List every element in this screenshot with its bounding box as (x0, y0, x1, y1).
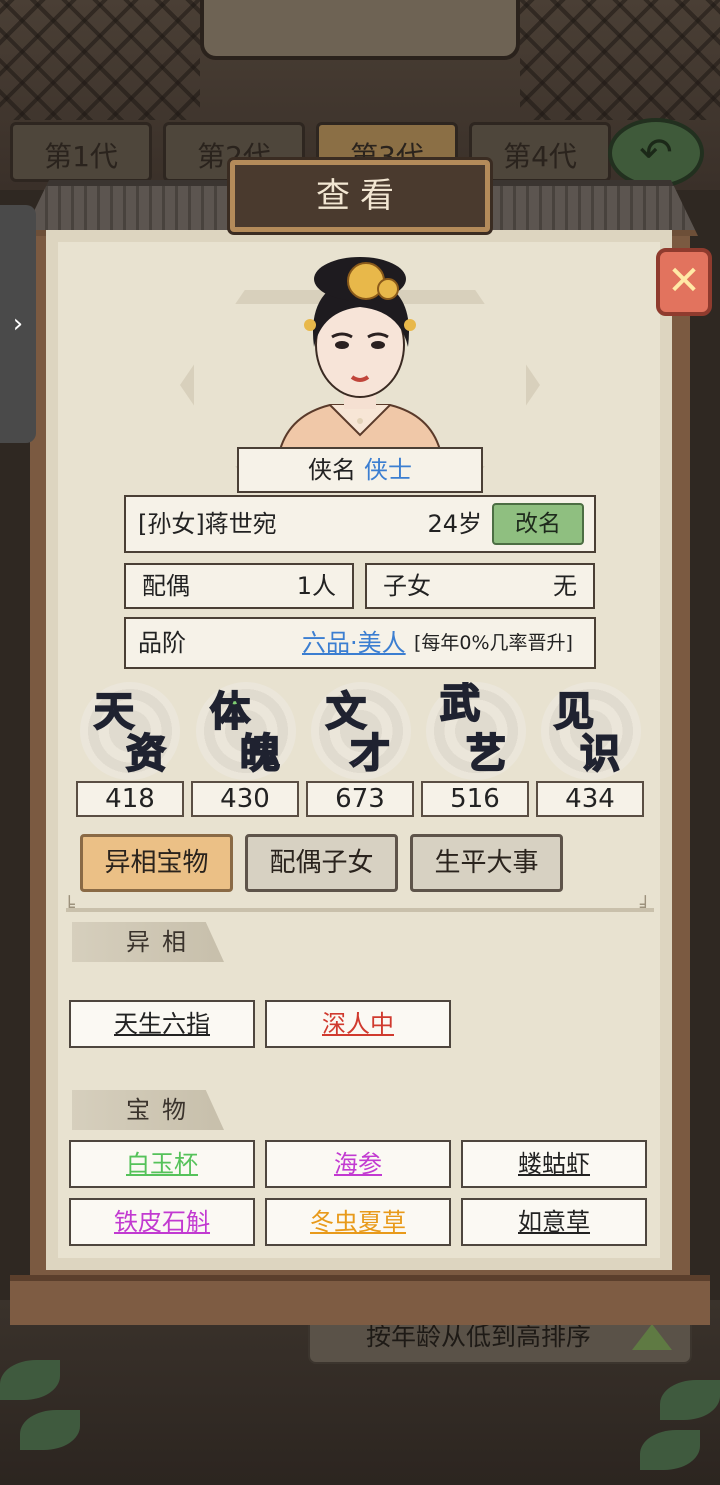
treasure-item[interactable]: 海参 (265, 1140, 451, 1188)
treasures-section-title: 宝物 (72, 1090, 224, 1130)
attribute-martial-value: 516 (421, 781, 529, 817)
attribute-insight-char-1: 见 (553, 688, 595, 735)
hero-title-value: 侠士 (364, 456, 412, 484)
rank-label: 品阶 (138, 629, 186, 657)
hero-title-label: 侠名 (308, 456, 356, 484)
trait-item[interactable]: 天生六指 (69, 1000, 255, 1048)
tab-life-events[interactable]: 生平大事 (410, 834, 563, 892)
divider-corner: ╘ (64, 896, 75, 917)
sort-label: 按年龄从低到高排序 (366, 1322, 592, 1351)
character-portrait (278, 257, 442, 450)
spouse-label: 配偶 (142, 572, 190, 600)
rename-button[interactable]: 改名 (492, 503, 584, 545)
generation-tab-4[interactable]: 第4代 (469, 122, 611, 182)
attribute-talent-value: 418 (76, 781, 184, 817)
rank-box: 品阶 六品·美人 [每年0%几率晋升] (124, 617, 596, 669)
character-name: [孙女]蒋世宛 (138, 510, 277, 538)
rank-note: [每年0%几率晋升] (414, 632, 573, 654)
hero-title-box: 侠名 侠士 (237, 447, 483, 493)
sort-triangle-icon (632, 1324, 672, 1350)
attribute-martial-char-2: 艺 (465, 730, 507, 777)
spouse-box: 配偶 1人 (124, 563, 354, 609)
rank-value[interactable]: 六品·美人 (302, 619, 406, 667)
attribute-literary-char-1: 文 (325, 688, 367, 735)
attribute-literary-value: 673 (306, 781, 414, 817)
children-box: 子女 无 (365, 563, 595, 609)
treasure-item[interactable]: 铁皮石斛 (69, 1198, 255, 1246)
character-age: 24岁 (427, 510, 482, 538)
divider-corner: ╛ (640, 896, 651, 917)
attribute-literary-char-2: 才 (349, 730, 391, 777)
attribute-physique-char-1: 体 (209, 688, 251, 735)
treasure-item[interactable]: 如意草 (461, 1198, 647, 1246)
treasure-item[interactable]: 蝼蛄虾 (461, 1140, 647, 1188)
lattice-left (0, 0, 200, 120)
attribute-physique-value: 430 (191, 781, 299, 817)
name-box: [孙女]蒋世宛 24岁 改名 (124, 495, 596, 553)
close-icon[interactable]: ✕ (656, 248, 712, 316)
children-label: 子女 (383, 572, 431, 600)
attribute-talent-char-1: 天 (93, 688, 135, 735)
back-arrow-icon[interactable]: ↶ (608, 118, 704, 188)
children-value: 无 (553, 572, 577, 600)
section-divider (66, 908, 654, 912)
tab-traits-treasures[interactable]: 异相宝物 (80, 834, 233, 892)
lattice-right (520, 0, 720, 120)
attribute-insight-char-2: 识 (579, 730, 621, 777)
attribute-physique-char-2: 魄 (239, 730, 281, 777)
treasure-item[interactable]: 白玉杯 (69, 1140, 255, 1188)
spouse-value: 1人 (296, 572, 336, 600)
treasure-item[interactable]: 冬虫夏草 (265, 1198, 451, 1246)
generation-tab-1[interactable]: 第1代 (10, 122, 152, 182)
dialog-title: 查看 (230, 160, 490, 232)
chevron-right-icon[interactable]: › (0, 205, 36, 443)
trait-item[interactable]: 深人中 (265, 1000, 451, 1048)
dialog-base (10, 1275, 710, 1325)
attribute-martial-char-1: 武 (439, 680, 481, 727)
attribute-talent-char-2: 资 (125, 730, 167, 777)
traits-section-title: 异相 (72, 922, 224, 962)
tab-spouse-children[interactable]: 配偶子女 (245, 834, 398, 892)
background-painting (200, 0, 520, 60)
attribute-insight-value: 434 (536, 781, 644, 817)
